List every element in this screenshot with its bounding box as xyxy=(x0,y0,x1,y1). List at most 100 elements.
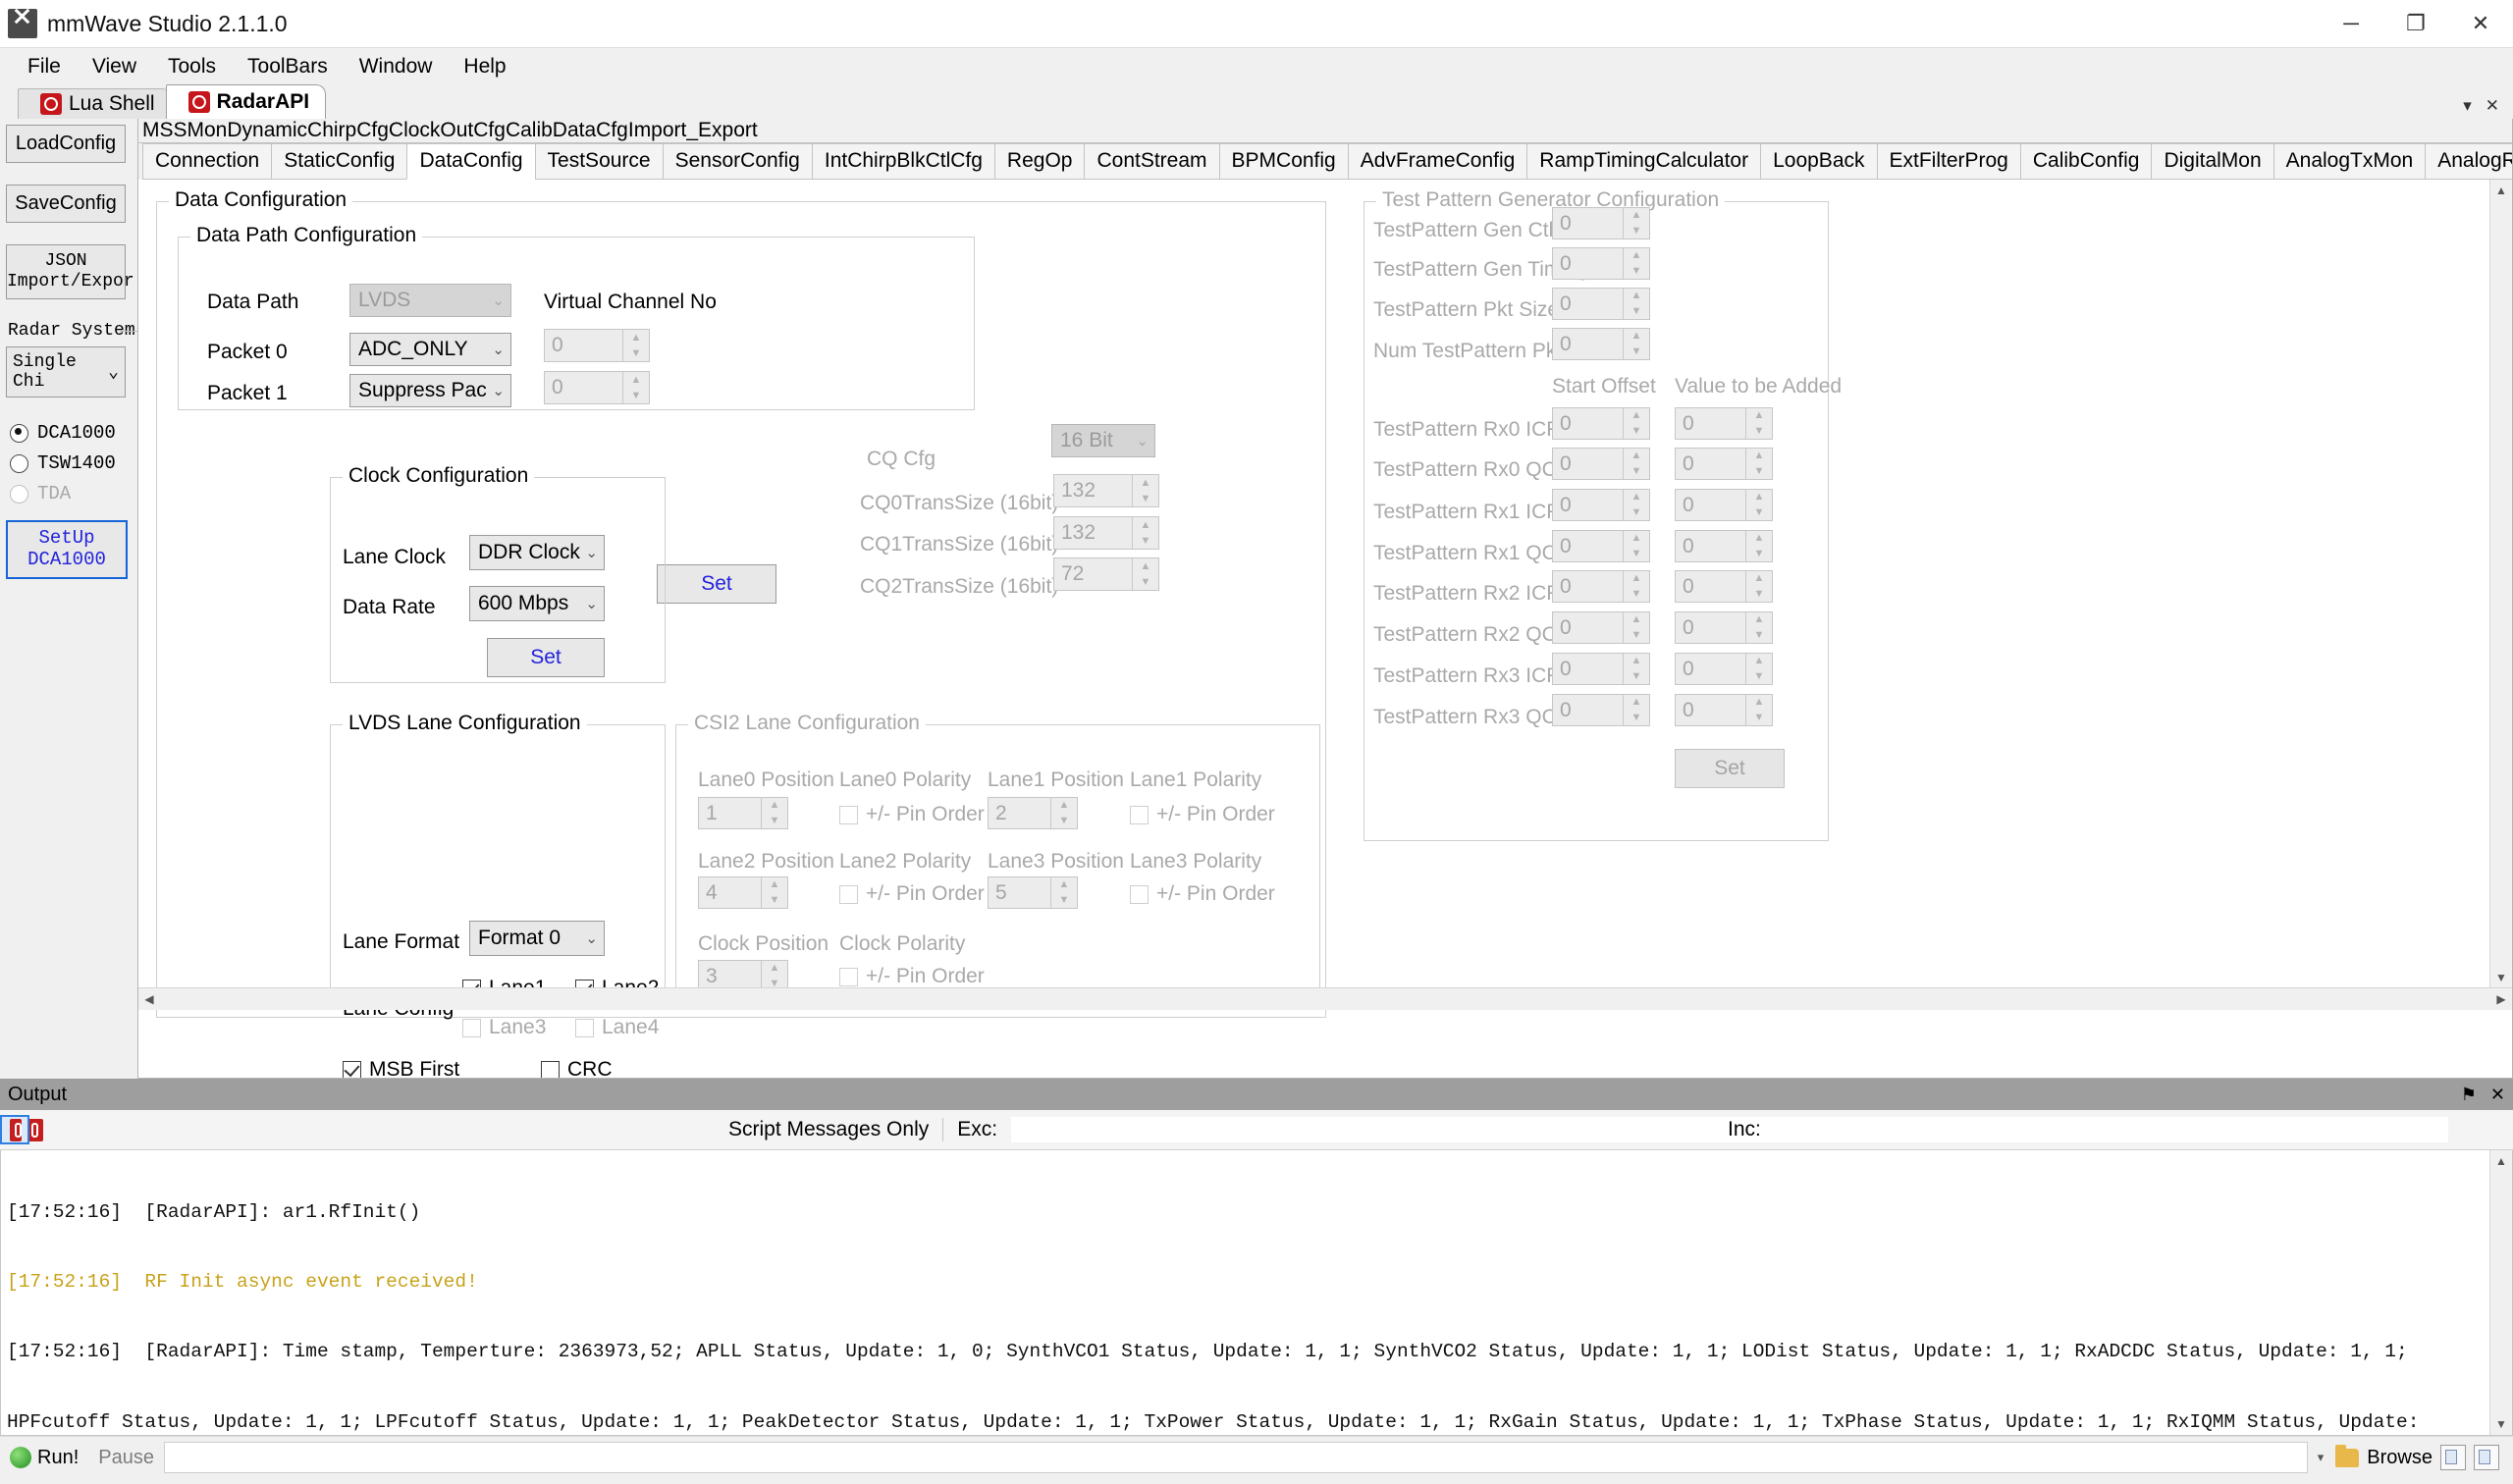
radio-dca1000[interactable]: DCA1000 xyxy=(10,422,137,444)
tab-calibconfig[interactable]: CalibConfig xyxy=(2019,143,2153,180)
lvds-lane-configuration-group: LVDS Lane Configuration xyxy=(330,712,666,1001)
browse-label[interactable]: Browse xyxy=(2367,1447,2433,1469)
tab-mssmon[interactable]: MSSMon xyxy=(142,119,227,142)
spin-up-icon: ▲ xyxy=(1753,532,1765,545)
tab-digitalmon[interactable]: DigitalMon xyxy=(2151,143,2274,180)
radio-tsw1400[interactable]: TSW1400 xyxy=(10,452,137,474)
testpattern-rx3-icfg-label: TestPattern Rx3 ICFG xyxy=(1373,664,1576,687)
save-config-button[interactable]: SaveConfig xyxy=(6,185,126,223)
close-button[interactable]: ✕ xyxy=(2448,0,2513,47)
lane-clock-select[interactable]: DDR Clock ⌄ xyxy=(469,535,605,570)
tab-calibdatacfg[interactable]: CalibDataCfg xyxy=(506,119,628,142)
include-input[interactable] xyxy=(1760,1117,2448,1142)
run-icon[interactable] xyxy=(10,1447,31,1468)
open-script-icon[interactable] xyxy=(2474,1445,2499,1470)
testpattern-rx3-icfg-start: 0 ▲ ▼ xyxy=(1552,653,1650,685)
tab-contstream[interactable]: ContStream xyxy=(1084,143,1220,180)
data-rate-select[interactable]: 600 Mbps ⌄ xyxy=(469,586,605,621)
tab-dataconfig[interactable]: DataConfig xyxy=(406,143,536,180)
menu-tools[interactable]: Tools xyxy=(152,51,232,82)
edit-script-icon[interactable] xyxy=(2440,1445,2466,1470)
scroll-down-icon[interactable]: ▼ xyxy=(2490,1413,2512,1435)
tab-analogtxmon[interactable]: AnalogTxMon xyxy=(2272,143,2427,180)
pause-label[interactable]: Pause xyxy=(98,1447,154,1469)
tab-loopback[interactable]: LoopBack xyxy=(1760,143,1878,180)
spinner-buttons: ▲ ▼ xyxy=(1623,531,1649,561)
tab-radar-api[interactable]: RadarAPI xyxy=(165,84,327,119)
packet0-select[interactable]: ADC_ONLY ⌄ xyxy=(349,333,511,366)
script-messages-only-label[interactable]: Script Messages Only xyxy=(728,1118,929,1141)
menu-help[interactable]: Help xyxy=(448,51,521,82)
virtual-channel-1-value: 0 xyxy=(552,376,563,398)
clock-set-button[interactable]: Set xyxy=(487,638,605,677)
num-testpattern-pkts-label: Num TestPattern Pkts xyxy=(1373,340,1573,362)
tab-bpmconfig[interactable]: BPMConfig xyxy=(1218,143,1349,180)
minimize-button[interactable]: ─ xyxy=(2319,0,2383,47)
tab-ramptimingcalculator[interactable]: RampTimingCalculator xyxy=(1526,143,1762,180)
json-import-export-button[interactable]: JSON Import/Expor xyxy=(6,244,134,300)
spin-up-icon: ▲ xyxy=(1753,572,1765,585)
tab-dynamicchirpcfg[interactable]: DynamicChirpCfg xyxy=(227,119,389,142)
spin-up-icon: ▲ xyxy=(1631,613,1642,626)
log-vertical-scrollbar[interactable]: ▲ ▼ xyxy=(2489,1150,2512,1435)
tab-close-icon[interactable]: ✕ xyxy=(2486,96,2499,116)
close-icon[interactable]: ✕ xyxy=(2490,1085,2505,1105)
output-log[interactable]: [17:52:16] [RadarAPI]: ar1.RfInit() [17:… xyxy=(0,1150,2513,1436)
exclude-input[interactable] xyxy=(1011,1117,1788,1142)
scroll-right-icon[interactable]: ▶ xyxy=(2490,992,2512,1006)
tab-sensorconfig[interactable]: SensorConfig xyxy=(662,143,813,180)
maximize-button[interactable]: ❐ xyxy=(2383,0,2448,47)
scroll-up-icon[interactable]: ▲ xyxy=(2490,180,2512,201)
spin-up-icon: ▲ xyxy=(1631,572,1642,585)
tab-staticconfig[interactable]: StaticConfig xyxy=(271,143,408,180)
spin-up-icon: ▲ xyxy=(1140,476,1151,489)
scroll-up-icon[interactable]: ▲ xyxy=(2490,1150,2512,1172)
data-path-set-button[interactable]: Set xyxy=(657,564,776,604)
data-rate-label: Data Rate xyxy=(343,596,436,618)
chevron-down-icon[interactable]: ▾ xyxy=(2318,1450,2325,1465)
tab-clockoutcfg[interactable]: ClockOutCfg xyxy=(389,119,506,142)
checkbox-msb-first[interactable]: MSB First xyxy=(343,1058,459,1078)
menu-view[interactable]: View xyxy=(77,51,152,82)
lane1-position-label: Lane1 Position xyxy=(988,768,1124,791)
tab-advframeconfig[interactable]: AdvFrameConfig xyxy=(1347,143,1528,180)
lane-format-select[interactable]: Format 0 ⌄ xyxy=(469,921,605,956)
lane3-position-value: 5 xyxy=(995,880,1007,904)
scroll-left-icon[interactable]: ◀ xyxy=(138,992,160,1006)
menu-window[interactable]: Window xyxy=(344,51,449,82)
tab-import-export[interactable]: Import_Export xyxy=(628,119,758,142)
checkbox-lane2-pin-order-label: +/- Pin Order xyxy=(866,882,985,905)
test-pattern-generator-title: Test Pattern Generator Configuration xyxy=(1376,188,1726,212)
status-input[interactable] xyxy=(163,1442,2308,1473)
radar-system-select[interactable]: Single Chi ⌄ xyxy=(6,346,126,398)
tab-testsource[interactable]: TestSource xyxy=(534,143,664,180)
tab-intchirpblkctlcfg[interactable]: IntChirpBlkCtlCfg xyxy=(811,143,995,180)
tab-connection[interactable]: Connection xyxy=(142,143,273,180)
load-config-button[interactable]: LoadConfig xyxy=(6,125,126,163)
packet1-select[interactable]: Suppress Pack ⌄ xyxy=(349,374,511,407)
tab-lua-shell[interactable]: Lua Shell xyxy=(18,88,172,119)
content-vertical-scrollbar[interactable]: ▲ ▼ xyxy=(2489,180,2512,988)
output-header: Output ⚑ ✕ xyxy=(0,1079,2513,1110)
menu-file[interactable]: File xyxy=(12,51,77,82)
scroll-down-icon[interactable]: ▼ xyxy=(2490,967,2512,988)
lua-icon xyxy=(40,93,62,115)
chevron-down-icon: ⌄ xyxy=(1136,433,1149,450)
tab-list-chevron-icon[interactable]: ▾ xyxy=(2463,96,2472,116)
menu-toolbars[interactable]: ToolBars xyxy=(232,51,344,82)
tab-regop[interactable]: RegOp xyxy=(993,143,1086,180)
spin-up-icon: ▲ xyxy=(1631,409,1642,422)
packet0-value: ADC_ONLY xyxy=(358,338,468,360)
spinner-buttons: ▲ ▼ xyxy=(1623,612,1649,643)
hscroll-track[interactable] xyxy=(160,990,2490,1008)
tab-analogrxmon[interactable]: AnalogRxMon xyxy=(2425,143,2512,180)
setup-dca1000-button[interactable]: SetUp DCA1000 xyxy=(6,520,128,580)
pin-icon[interactable]: ⚑ xyxy=(2461,1085,2477,1105)
content-horizontal-scrollbar[interactable]: ◀ ▶ xyxy=(138,987,2512,1010)
tab-extfilterprog[interactable]: ExtFilterProg xyxy=(1876,143,2021,180)
run-label[interactable]: Run! xyxy=(37,1447,79,1469)
testpattern-rx2-qcfg-start-value: 0 xyxy=(1560,615,1572,639)
filter-log-button[interactable] xyxy=(0,1115,29,1144)
spinner-buttons: ▲ ▼ xyxy=(1623,654,1649,684)
checkbox-crc[interactable]: CRC xyxy=(541,1058,613,1078)
